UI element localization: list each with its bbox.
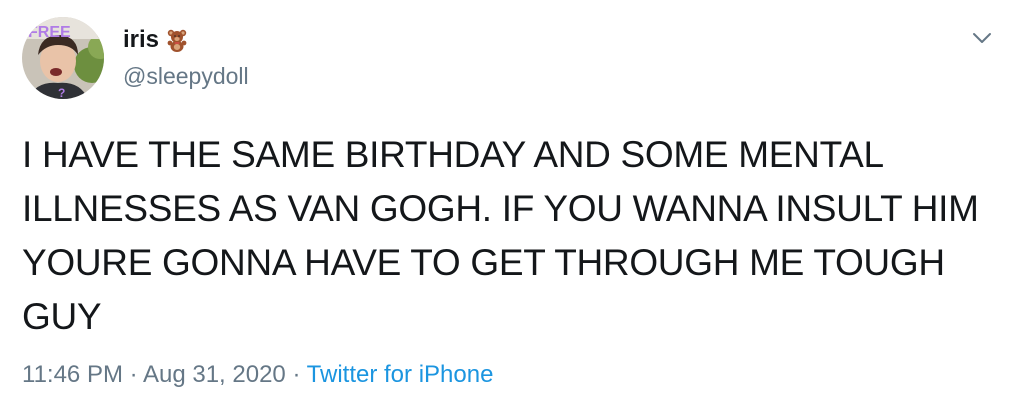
display-name-text: iris <box>123 26 160 53</box>
user-handle[interactable]: @sleepydoll <box>123 62 249 90</box>
tweet-source-link[interactable]: Twitter for iPhone <box>307 361 494 388</box>
avatar-overlay-text: FREE <box>28 24 71 41</box>
teddy-bear-icon <box>165 28 189 52</box>
chevron-down-icon[interactable] <box>970 28 994 48</box>
avatar[interactable]: FREE ? <box>22 17 104 99</box>
tweet-text: I HAVE THE SAME BIRTHDAY AND SOME MENTAL… <box>22 134 979 337</box>
svg-text:?: ? <box>58 86 65 99</box>
meta-separator: · <box>129 361 138 388</box>
meta-separator: · <box>292 361 301 388</box>
tweet-card: FREE ? iris @sleepydoll I HAVE THE SAME … <box>0 0 1024 410</box>
user-info: iris @sleepydoll <box>123 26 249 90</box>
tweet-time[interactable]: 11:46 PM <box>22 361 123 388</box>
avatar-image: FREE ? <box>22 17 104 99</box>
display-name[interactable]: iris <box>123 26 249 54</box>
tweet-date[interactable]: Aug 31, 2020 <box>143 361 286 388</box>
tweet-meta: 11:46 PM · Aug 31, 2020 · Twitter for iP… <box>22 360 493 390</box>
